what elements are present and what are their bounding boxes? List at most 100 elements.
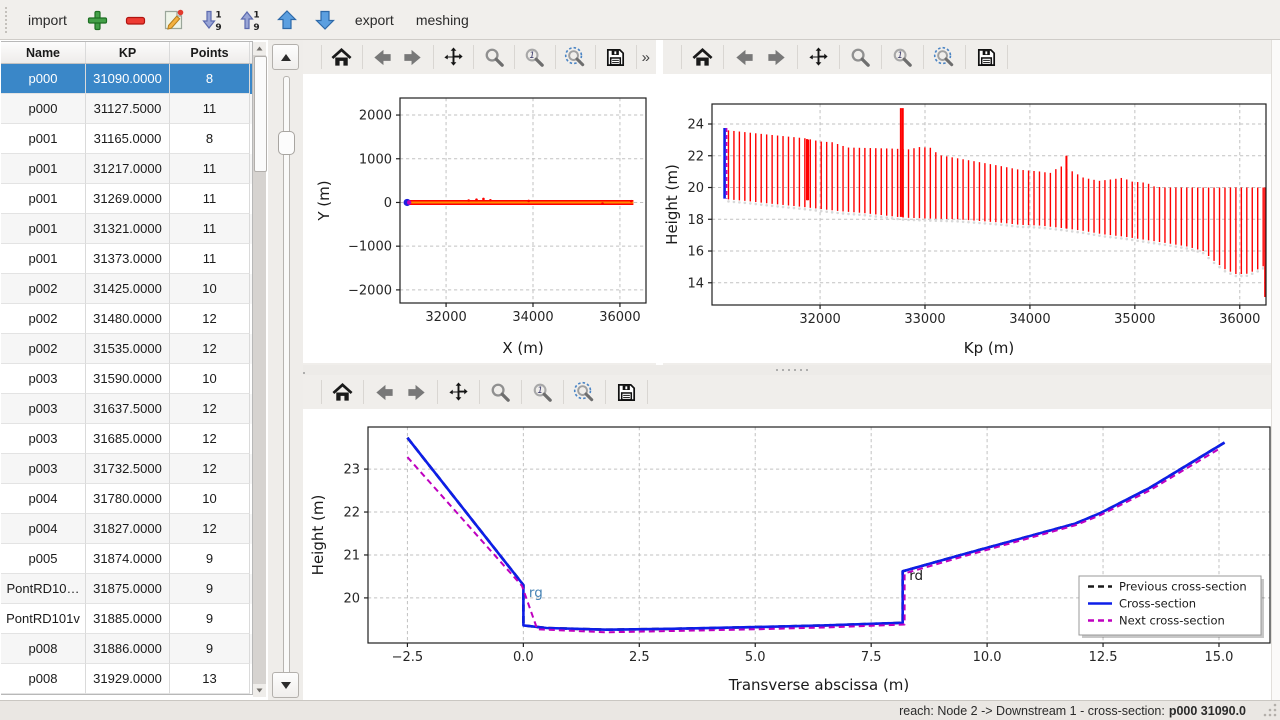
zoom-one-button[interactable]: 1 (527, 378, 558, 407)
table-cell[interactable]: 31090.0000 (86, 64, 170, 94)
table-cell[interactable]: 10 (170, 274, 250, 304)
add-cross-section-button[interactable] (80, 4, 114, 36)
table-cell[interactable]: p004 (1, 514, 86, 544)
edit-cross-section-button[interactable] (156, 4, 190, 36)
import-button[interactable]: import (19, 7, 76, 33)
right-scrollbar-groove[interactable] (1271, 40, 1280, 700)
table-row[interactable]: p00031127.500011 (1, 94, 252, 124)
table-row[interactable]: p00331590.000010 (1, 364, 252, 394)
horizontal-splitter[interactable] (303, 365, 1280, 375)
zoom-one-button[interactable]: 1 (520, 43, 550, 72)
table-row[interactable]: p00431780.000010 (1, 484, 252, 514)
table-cell[interactable]: 31127.5000 (86, 94, 170, 124)
table-row[interactable]: p00231480.000012 (1, 304, 252, 334)
table-cell[interactable]: 31373.0000 (86, 244, 170, 274)
pan-button[interactable] (803, 43, 834, 72)
table-cell[interactable]: 12 (170, 454, 250, 484)
table-cell[interactable]: 31874.0000 (86, 544, 170, 574)
remove-cross-section-button[interactable] (118, 4, 152, 36)
back-button[interactable] (368, 43, 398, 72)
table-cell[interactable]: 31885.0000 (86, 604, 170, 634)
table-cell[interactable]: 12 (170, 424, 250, 454)
plan-view-plot[interactable]: 320003400036000200010000−1000−2000X (m)Y… (303, 74, 656, 363)
table-row[interactable]: p00131321.000011 (1, 214, 252, 244)
table-cell[interactable]: p001 (1, 244, 86, 274)
table-cell[interactable]: p001 (1, 154, 86, 184)
back-button[interactable] (369, 378, 400, 407)
zoom-region-button[interactable] (560, 43, 590, 72)
table-cell[interactable]: 10 (170, 484, 250, 514)
table-row[interactable]: p00231425.000010 (1, 274, 252, 304)
table-cell[interactable]: p001 (1, 124, 86, 154)
table-cell[interactable]: 31732.5000 (86, 454, 170, 484)
sort-ascending-button[interactable]: 19 (232, 4, 266, 36)
section-slider-track[interactable] (283, 76, 290, 698)
cross-section-plot[interactable]: −2.50.02.55.07.510.012.515.020212223Tran… (303, 409, 1280, 700)
table-cell[interactable]: p003 (1, 454, 86, 484)
table-row[interactable]: p00331732.500012 (1, 454, 252, 484)
table-row[interactable]: p00231535.000012 (1, 334, 252, 364)
toolbar-overflow-button[interactable]: » (642, 49, 649, 66)
table-cell[interactable]: p003 (1, 424, 86, 454)
table-cell[interactable]: PontRD10… (1, 574, 86, 604)
table-row[interactable]: p00831929.000013 (1, 664, 252, 694)
table-cell[interactable]: 11 (170, 94, 250, 124)
table-row[interactable]: p00431827.000012 (1, 514, 252, 544)
table-row[interactable]: PontRD10…31875.00009 (1, 574, 252, 604)
zoom-button[interactable] (485, 378, 516, 407)
back-button[interactable] (729, 43, 760, 72)
forward-button[interactable] (401, 378, 432, 407)
scrollbar-thumb[interactable] (254, 56, 267, 172)
table-cell[interactable]: 10 (170, 364, 250, 394)
table-row[interactable]: p00131373.000011 (1, 244, 252, 274)
table-cell[interactable]: 11 (170, 184, 250, 214)
table-cell[interactable]: PontRD101v (1, 604, 86, 634)
table-cell[interactable]: 31269.0000 (86, 184, 170, 214)
table-cell[interactable]: p002 (1, 304, 86, 334)
zoom-button[interactable] (845, 43, 876, 72)
section-slider-handle[interactable] (278, 131, 295, 155)
pan-button[interactable] (443, 378, 474, 407)
table-row[interactable]: p00131269.000011 (1, 184, 252, 214)
sort-descending-button[interactable]: 19 (194, 4, 228, 36)
scroll-down-button[interactable] (253, 684, 266, 697)
zoom-region-button[interactable] (929, 43, 960, 72)
table-cell[interactable]: p004 (1, 484, 86, 514)
column-header-name[interactable]: Name (1, 42, 86, 63)
resize-grip[interactable] (1263, 703, 1277, 717)
zoom-region-button[interactable] (569, 378, 600, 407)
table-cell[interactable]: 31929.0000 (86, 664, 170, 694)
table-cell[interactable]: 31685.0000 (86, 424, 170, 454)
table-cell[interactable]: 31480.0000 (86, 304, 170, 334)
table-cell[interactable]: p002 (1, 334, 86, 364)
table-cell[interactable]: 31780.0000 (86, 484, 170, 514)
table-cell[interactable]: 9 (170, 574, 250, 604)
table-cell[interactable]: p000 (1, 94, 86, 124)
next-section-button[interactable] (272, 672, 299, 698)
table-scrollbar[interactable] (253, 42, 266, 697)
home-button[interactable] (327, 43, 357, 72)
table-cell[interactable]: 12 (170, 394, 250, 424)
table-cell[interactable]: p002 (1, 274, 86, 304)
table-cell[interactable]: 12 (170, 334, 250, 364)
table-cell[interactable]: 31217.0000 (86, 154, 170, 184)
table-cell[interactable]: 11 (170, 214, 250, 244)
table-cell[interactable]: 31886.0000 (86, 634, 170, 664)
table-cell[interactable]: 12 (170, 304, 250, 334)
table-cell[interactable]: 9 (170, 544, 250, 574)
zoom-one-button[interactable]: 1 (887, 43, 918, 72)
table-cell[interactable]: 31321.0000 (86, 214, 170, 244)
column-header-points[interactable]: Points (170, 42, 250, 63)
table-cell[interactable]: 8 (170, 64, 250, 94)
save-button[interactable] (601, 43, 631, 72)
column-header-kp[interactable]: KP (86, 42, 170, 63)
table-cell[interactable]: 31425.0000 (86, 274, 170, 304)
table-cell[interactable]: p001 (1, 184, 86, 214)
meshing-button[interactable]: meshing (407, 7, 478, 33)
table-row[interactable]: p00031090.00008 (1, 64, 252, 94)
table-row[interactable]: PontRD101v31885.00009 (1, 604, 252, 634)
table-cell[interactable]: 31827.0000 (86, 514, 170, 544)
export-button[interactable]: export (346, 7, 403, 33)
table-cell[interactable]: p003 (1, 394, 86, 424)
table-row[interactable]: p00331637.500012 (1, 394, 252, 424)
